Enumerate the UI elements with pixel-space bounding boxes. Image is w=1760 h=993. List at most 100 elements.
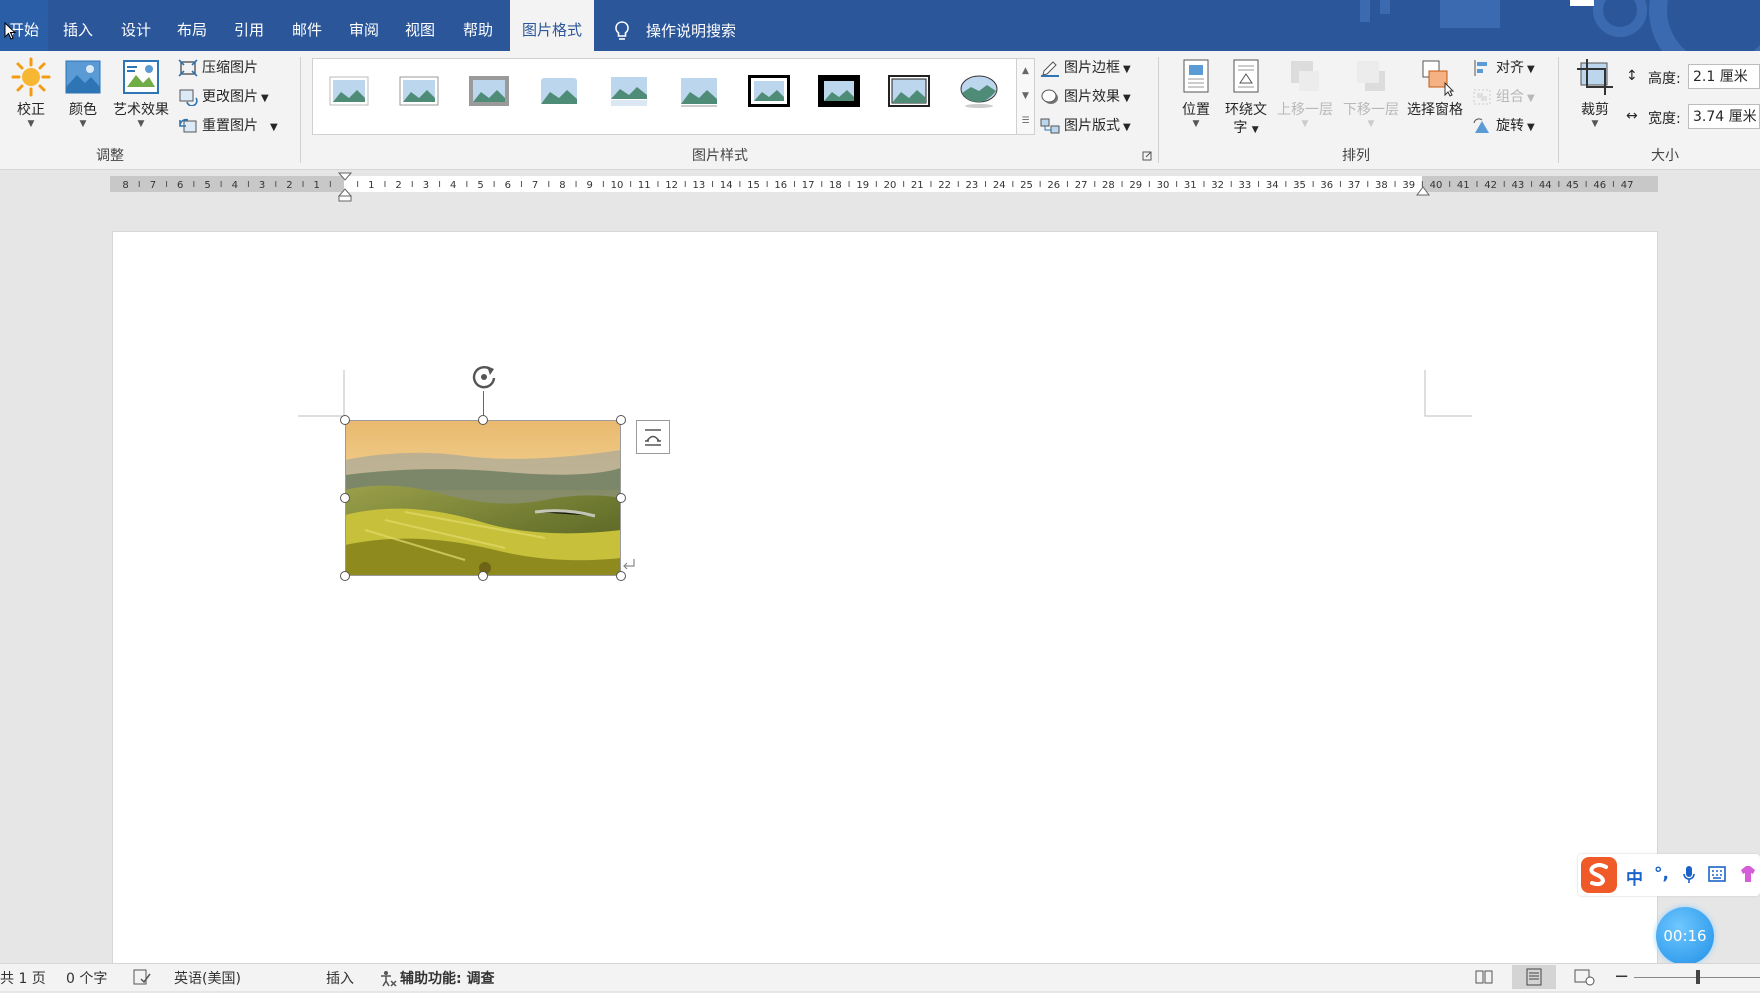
- ruler-number: 43: [1512, 180, 1525, 191]
- gallery-scrollbar[interactable]: ▲ ▼ ☰: [1016, 58, 1035, 135]
- proofing-icon[interactable]: [133, 969, 151, 985]
- ruler-number: 6: [177, 180, 183, 191]
- wrap-text-label-1: 环绕文: [1225, 102, 1267, 118]
- chevron-down-icon: ▼: [1527, 122, 1535, 133]
- rotate-button[interactable]: 旋转 ▼: [1472, 114, 1535, 138]
- style-simple-frame[interactable]: [327, 73, 371, 109]
- accessibility-icon[interactable]: [378, 969, 398, 987]
- ruler-number: 12: [665, 180, 678, 191]
- style-metal-frame[interactable]: [467, 73, 511, 109]
- style-reflected[interactable]: [607, 73, 651, 109]
- scroll-down-icon[interactable]: ▼: [1017, 84, 1034, 109]
- bring-forward-button[interactable]: 上移一层 ▼: [1274, 57, 1336, 129]
- picture-border-button[interactable]: 图片边框 ▼: [1040, 56, 1131, 80]
- word-count[interactable]: 0 个字: [66, 968, 107, 988]
- picture-layout-label: 图片版式: [1064, 118, 1120, 134]
- zoom-slider-thumb[interactable]: [1696, 970, 1700, 984]
- chevron-down-icon: ▼: [1527, 64, 1535, 75]
- tab-mailings[interactable]: 邮件: [285, 0, 329, 51]
- resize-handle-bottom[interactable]: [478, 571, 488, 581]
- ime-punctuation-toggle[interactable]: °,: [1654, 864, 1669, 884]
- scroll-up-icon[interactable]: ▲: [1017, 59, 1034, 84]
- style-double-frame[interactable]: [887, 73, 931, 109]
- resize-handle-bottom-left[interactable]: [340, 571, 350, 581]
- crop-button[interactable]: 裁剪 ▼: [1572, 57, 1618, 129]
- selection-pane-button[interactable]: 选择窗格: [1404, 57, 1466, 119]
- print-layout-icon: [1526, 968, 1542, 986]
- ruler-number: 2: [395, 180, 401, 191]
- page-count[interactable]: 共 1 页: [0, 968, 46, 988]
- tab-help[interactable]: 帮助: [456, 0, 500, 51]
- landscape-picture[interactable]: [345, 420, 621, 576]
- accessibility-status[interactable]: 辅助功能: 调查: [400, 968, 494, 988]
- tab-review[interactable]: 审阅: [342, 0, 386, 51]
- align-button[interactable]: 对齐 ▼: [1472, 56, 1535, 80]
- tab-view[interactable]: 视图: [398, 0, 442, 51]
- picture-effects-icon: [1040, 88, 1060, 106]
- picture-layout-button[interactable]: 图片版式 ▼: [1040, 114, 1131, 138]
- ruler-number: 22: [938, 180, 951, 191]
- compress-pictures-button[interactable]: 压缩图片: [178, 56, 258, 80]
- resize-handle-right[interactable]: [616, 493, 626, 503]
- tab-references[interactable]: 引用: [227, 0, 271, 51]
- ruler-number: 3: [259, 180, 265, 191]
- picture-color-icon: [63, 57, 103, 97]
- compress-label: 压缩图片: [202, 60, 258, 76]
- indent-marker-icon[interactable]: [338, 172, 352, 202]
- layout-options-button[interactable]: [636, 420, 670, 454]
- zoom-out-button[interactable]: −: [1614, 966, 1629, 987]
- print-layout-button[interactable]: [1512, 965, 1556, 989]
- style-soft-edge[interactable]: [537, 73, 581, 109]
- document-page[interactable]: [112, 231, 1658, 973]
- keyboard-icon[interactable]: [1708, 866, 1726, 882]
- rotate-handle-icon[interactable]: [469, 362, 499, 392]
- send-backward-button[interactable]: 下移一层 ▼: [1340, 57, 1402, 129]
- style-black-mat[interactable]: [817, 73, 861, 109]
- group-objects-button[interactable]: 组合 ▼: [1472, 85, 1535, 109]
- insert-mode[interactable]: 插入: [326, 968, 354, 988]
- recording-timer[interactable]: 00:16: [1656, 907, 1714, 965]
- style-beveled[interactable]: [397, 73, 441, 109]
- picture-effects-button[interactable]: 图片效果 ▼: [1040, 85, 1131, 109]
- reset-picture-button[interactable]: 重置图片 ▼: [178, 114, 278, 138]
- color-button[interactable]: 颜色 ▼: [60, 57, 106, 129]
- dialog-launcher-icon[interactable]: [1142, 151, 1152, 161]
- change-picture-button[interactable]: 更改图片 ▼: [178, 85, 269, 109]
- position-button[interactable]: 位置 ▼: [1176, 57, 1216, 129]
- style-thick-black-frame[interactable]: [747, 73, 791, 109]
- height-input[interactable]: 2.1 厘米: [1688, 64, 1760, 89]
- right-indent-marker-icon[interactable]: [1416, 184, 1430, 196]
- corrections-button[interactable]: 校正 ▼: [8, 57, 54, 129]
- artistic-effects-icon: [121, 57, 161, 97]
- resize-handle-top[interactable]: [478, 415, 488, 425]
- resize-handle-bottom-right[interactable]: [616, 571, 626, 581]
- style-rotated[interactable]: [677, 73, 721, 109]
- ruler-number: 13: [693, 180, 706, 191]
- artistic-effects-button[interactable]: 艺术效果 ▼: [108, 57, 174, 129]
- reset-picture-icon: [178, 117, 198, 135]
- tab-picture-format[interactable]: 图片格式: [510, 0, 594, 51]
- width-input[interactable]: 3.74 厘米: [1688, 104, 1760, 129]
- sogou-logo-icon[interactable]: [1580, 856, 1618, 894]
- resize-handle-top-right[interactable]: [616, 415, 626, 425]
- chevron-down-icon: ▼: [261, 93, 269, 104]
- send-backward-label: 下移一层: [1343, 102, 1399, 118]
- skin-icon[interactable]: [1738, 864, 1758, 884]
- group-divider: [1158, 57, 1159, 163]
- ruler-number: 21: [911, 180, 924, 191]
- tab-insert[interactable]: 插入: [56, 0, 100, 51]
- ime-language-toggle[interactable]: 中: [1626, 864, 1643, 889]
- web-layout-button[interactable]: [1562, 965, 1606, 989]
- ruler-number: 41: [1457, 180, 1470, 191]
- resize-handle-left[interactable]: [340, 493, 350, 503]
- gallery-more-icon[interactable]: ☰: [1017, 109, 1034, 134]
- language-indicator[interactable]: 英语(美国): [174, 968, 241, 988]
- style-oval[interactable]: [957, 73, 1001, 109]
- ruler-number: 20: [884, 180, 897, 191]
- wrap-text-button[interactable]: 环绕文 字 ▼: [1222, 57, 1270, 139]
- read-mode-button[interactable]: [1462, 965, 1506, 989]
- microphone-icon[interactable]: [1682, 865, 1696, 885]
- tab-design[interactable]: 设计: [114, 0, 158, 51]
- tab-layout[interactable]: 布局: [170, 0, 214, 51]
- resize-handle-top-left[interactable]: [340, 415, 350, 425]
